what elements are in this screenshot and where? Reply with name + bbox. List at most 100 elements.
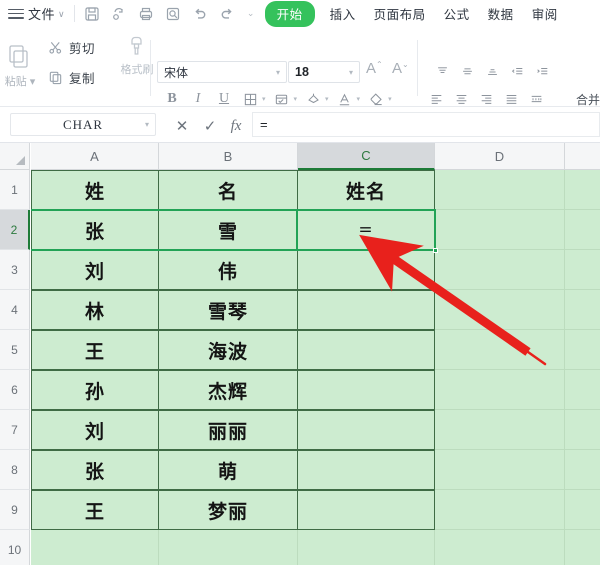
file-menu-caret-icon[interactable]: ∨ bbox=[58, 9, 65, 20]
row-header-1[interactable]: 1 bbox=[0, 170, 30, 210]
merge-cells-label[interactable]: 合并 bbox=[576, 91, 600, 108]
cut-copy-group: 剪切 复制 bbox=[44, 32, 112, 92]
increase-font-size-button[interactable]: A⌃ bbox=[366, 60, 383, 77]
row-header-8[interactable]: 8 bbox=[0, 450, 30, 490]
confirm-formula-button[interactable]: ✓ bbox=[200, 116, 220, 136]
cell-b5[interactable]: 海波 bbox=[158, 330, 298, 370]
cell-a8[interactable]: 张 bbox=[31, 450, 159, 490]
cell-a7[interactable]: 刘 bbox=[31, 410, 159, 450]
file-menu-label[interactable]: 文件 bbox=[28, 4, 55, 23]
align-center-icon[interactable] bbox=[449, 88, 474, 109]
font-name-caret-icon[interactable]: ▾ bbox=[276, 68, 280, 77]
vertical-align-group bbox=[430, 61, 555, 82]
font-size-value: 18 bbox=[295, 65, 309, 79]
row-selection-band bbox=[31, 209, 298, 251]
align-left-icon[interactable] bbox=[424, 88, 449, 109]
tab-formula[interactable]: 公式 bbox=[435, 2, 479, 25]
row-header-6[interactable]: 6 bbox=[0, 370, 30, 410]
tab-start[interactable]: 开始 bbox=[264, 0, 315, 27]
row-header-7[interactable]: 7 bbox=[0, 410, 30, 450]
font-size-select[interactable]: 18 ▾ bbox=[288, 61, 360, 83]
save-icon[interactable] bbox=[81, 3, 103, 25]
name-box[interactable]: CHAR ▾ bbox=[10, 113, 156, 136]
increase-indent-icon[interactable] bbox=[530, 61, 555, 82]
cell-a9[interactable]: 王 bbox=[31, 490, 159, 530]
column-header-d[interactable]: D bbox=[435, 143, 565, 170]
font-name-select[interactable]: 宋体 ▾ bbox=[157, 61, 287, 83]
fill-handle[interactable] bbox=[433, 248, 438, 253]
decrease-font-size-button[interactable]: A⌄ bbox=[392, 60, 409, 77]
scissors-icon bbox=[44, 36, 66, 58]
app-menu-icon[interactable] bbox=[8, 7, 24, 21]
cell-c1[interactable]: 姓名 bbox=[297, 170, 435, 210]
name-box-caret-icon[interactable]: ▾ bbox=[145, 120, 149, 129]
tab-data[interactable]: 数据 bbox=[479, 2, 523, 25]
cell-c8[interactable] bbox=[297, 450, 435, 490]
row-header-2[interactable]: 2 bbox=[0, 210, 30, 250]
cell-a1[interactable]: 姓 bbox=[31, 170, 159, 210]
cell-a4[interactable]: 林 bbox=[31, 290, 159, 330]
font-size-caret-icon[interactable]: ▾ bbox=[349, 68, 353, 77]
clear-format-caret-icon[interactable]: ▾ bbox=[388, 95, 392, 103]
column-header-a[interactable]: A bbox=[31, 143, 159, 170]
cell-style-caret-icon[interactable]: ▾ bbox=[294, 95, 298, 103]
column-header-e[interactable] bbox=[565, 143, 600, 170]
select-all-corner[interactable] bbox=[0, 143, 30, 170]
cell-b7[interactable]: 丽丽 bbox=[158, 410, 298, 450]
fill-color-caret-icon[interactable]: ▾ bbox=[325, 95, 329, 103]
cell-b6[interactable]: 杰辉 bbox=[158, 370, 298, 410]
redo-icon[interactable] bbox=[216, 3, 238, 25]
row-header-10[interactable]: 10 bbox=[0, 530, 30, 565]
row-header-5[interactable]: 5 bbox=[0, 330, 30, 370]
cancel-formula-button[interactable]: ✕ bbox=[172, 116, 192, 136]
cell-c2[interactable]: = bbox=[297, 210, 435, 250]
row-header-3[interactable]: 3 bbox=[0, 250, 30, 290]
more-commands-caret-icon[interactable]: ⌄ bbox=[243, 3, 259, 25]
cut-button[interactable]: 剪切 bbox=[44, 32, 112, 62]
print-icon[interactable] bbox=[135, 3, 157, 25]
cell-a5[interactable]: 王 bbox=[31, 330, 159, 370]
copy-button[interactable]: 复制 bbox=[44, 62, 112, 92]
formula-input[interactable]: = bbox=[252, 112, 600, 137]
tab-review[interactable]: 审阅 bbox=[523, 2, 567, 25]
format-painter-button[interactable]: 格式刷 bbox=[112, 32, 162, 77]
spreadsheet-grid: A B C D 1 2 3 4 5 6 7 8 9 10 姓 名 姓名 张 雪 … bbox=[0, 143, 600, 565]
paste-button[interactable]: 粘贴 ▾ bbox=[0, 30, 46, 102]
cell-c4[interactable] bbox=[297, 290, 435, 330]
align-right-icon[interactable] bbox=[474, 88, 499, 109]
align-top-icon[interactable] bbox=[430, 61, 455, 82]
name-box-value: CHAR bbox=[62, 116, 104, 132]
column-header-c[interactable]: C bbox=[298, 143, 435, 170]
distribute-icon[interactable] bbox=[524, 88, 549, 109]
justify-icon[interactable] bbox=[499, 88, 524, 109]
copy-label: 复制 bbox=[69, 71, 96, 86]
cell-b9[interactable]: 梦丽 bbox=[158, 490, 298, 530]
cell-a6[interactable]: 孙 bbox=[31, 370, 159, 410]
ribbon-divider-1 bbox=[150, 40, 151, 96]
row-header-4[interactable]: 4 bbox=[0, 290, 30, 330]
align-bottom-icon[interactable] bbox=[480, 61, 505, 82]
cell-c6[interactable] bbox=[297, 370, 435, 410]
cell-b3[interactable]: 伟 bbox=[158, 250, 298, 290]
decrease-indent-icon[interactable] bbox=[505, 61, 530, 82]
sync-icon[interactable] bbox=[108, 3, 130, 25]
font-color-caret-icon[interactable]: ▾ bbox=[357, 95, 361, 103]
undo-icon[interactable] bbox=[189, 3, 211, 25]
borders-caret-icon[interactable]: ▾ bbox=[262, 95, 266, 103]
cell-b1[interactable]: 名 bbox=[158, 170, 298, 210]
tab-page-layout[interactable]: 页面布局 bbox=[365, 2, 435, 25]
cell-c7[interactable] bbox=[297, 410, 435, 450]
cell-c3[interactable] bbox=[297, 250, 435, 290]
tab-insert[interactable]: 插入 bbox=[321, 2, 365, 25]
cell-a3[interactable]: 刘 bbox=[31, 250, 159, 290]
cell-b4[interactable]: 雪琴 bbox=[158, 290, 298, 330]
align-middle-icon[interactable] bbox=[455, 61, 480, 82]
insert-function-button[interactable]: fx bbox=[226, 116, 246, 136]
print-preview-icon[interactable] bbox=[162, 3, 184, 25]
paste-caret-icon[interactable]: ▾ bbox=[27, 76, 36, 88]
cell-c5[interactable] bbox=[297, 330, 435, 370]
cell-b8[interactable]: 萌 bbox=[158, 450, 298, 490]
cell-c9[interactable] bbox=[297, 490, 435, 530]
column-header-b[interactable]: B bbox=[159, 143, 298, 170]
row-header-9[interactable]: 9 bbox=[0, 490, 30, 530]
